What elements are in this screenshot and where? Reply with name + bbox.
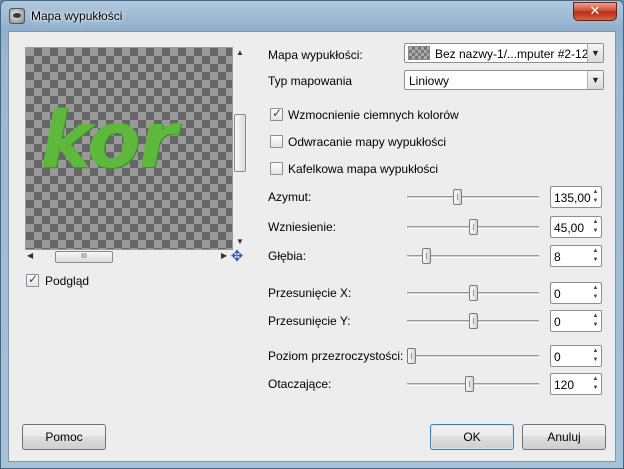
preview-horizontal-scrollbar[interactable]: ◀ III ▶ xyxy=(25,250,233,264)
bump-map-select[interactable]: Bez nazwy-1/...mputer #2-12 ▼ xyxy=(404,43,604,63)
spin-down-icon[interactable]: ▼ xyxy=(591,293,600,302)
compensate-darkening-checkbox[interactable] xyxy=(270,106,283,121)
scroll-up-icon[interactable]: ▲ xyxy=(236,48,244,57)
preview-checkbox-label: Podgląd xyxy=(45,274,90,288)
spin-down-icon[interactable]: ▼ xyxy=(591,356,600,365)
azimuth-label: Azymut: xyxy=(268,190,312,204)
waterlevel-slider-track[interactable] xyxy=(407,355,539,358)
ambient-spinbutton[interactable]: 120 ▲ ▼ xyxy=(550,373,602,395)
waterlevel-label: Poziom przezroczystości: xyxy=(268,349,404,363)
scroll-right-icon[interactable]: ▶ xyxy=(221,251,227,260)
elevation-label: Wzniesienie: xyxy=(268,220,337,234)
close-button[interactable]: ✕ xyxy=(573,2,617,21)
preview-checkbox[interactable] xyxy=(26,272,39,287)
scroll-left-icon[interactable]: ◀ xyxy=(27,251,33,260)
spin-up-icon[interactable]: ▲ xyxy=(591,218,600,227)
azimuth-spinbutton[interactable]: 135,00 ▲ ▼ xyxy=(550,186,602,208)
spin-up-icon[interactable]: ▲ xyxy=(591,247,600,256)
azimuth-slider-track[interactable] xyxy=(407,196,539,199)
window-title: Mapa wypukłości xyxy=(31,9,123,23)
ambient-slider-handle[interactable] xyxy=(465,376,474,392)
bump-map-label: Mapa wypukłości: xyxy=(268,48,363,62)
depth-slider-handle[interactable] xyxy=(422,248,431,264)
bump-map-thumbnail xyxy=(408,46,430,60)
dialog-window: Mapa wypukłości ✕ kor ▲ ▼ ◀ III ▶ ✥ Podg… xyxy=(0,0,624,469)
spin-up-icon[interactable]: ▲ xyxy=(591,188,600,197)
ambient-value[interactable]: 120 xyxy=(554,378,574,392)
help-button[interactable]: Pomoc xyxy=(22,424,106,450)
depth-spinbutton[interactable]: 8 ▲ ▼ xyxy=(550,245,602,267)
waterlevel-spinbutton[interactable]: 0 ▲ ▼ xyxy=(550,345,602,367)
azimuth-slider-handle[interactable] xyxy=(453,189,462,205)
preview-canvas[interactable]: kor xyxy=(25,47,233,250)
elevation-value[interactable]: 45,00 xyxy=(554,221,584,235)
cancel-button[interactable]: Anuluj xyxy=(522,424,606,450)
depth-label: Głębia: xyxy=(268,249,307,263)
navigate-icon[interactable]: ✥ xyxy=(229,249,245,265)
waterlevel-value[interactable]: 0 xyxy=(554,350,561,364)
tile-bumpmap-checkbox[interactable] xyxy=(270,162,283,175)
map-type-value: Liniowy xyxy=(409,74,450,88)
preview-image-text: kor xyxy=(40,96,177,186)
spin-up-icon[interactable]: ▲ xyxy=(591,347,600,356)
azimuth-value[interactable]: 135,00 xyxy=(554,191,591,205)
map-type-label: Typ mapowania xyxy=(268,74,353,88)
offset-x-label: Przesunięcie X: xyxy=(268,286,352,300)
ambient-label: Otaczające: xyxy=(268,377,332,391)
compensate-darkening-label: Wzmocnienie ciemnych kolorów xyxy=(288,108,459,122)
preview-vertical-scrollbar[interactable]: ▲ ▼ xyxy=(233,47,247,250)
depth-value[interactable]: 8 xyxy=(554,250,561,264)
invert-bumpmap-label: Odwracanie mapy wypukłości xyxy=(288,135,447,149)
dialog-body: kor ▲ ▼ ◀ III ▶ ✥ Podgląd Mapa wypukłośc… xyxy=(8,31,616,462)
offset-y-value[interactable]: 0 xyxy=(554,315,561,329)
tile-bumpmap-label: Kafelkowa mapa wypukłości xyxy=(288,162,439,176)
spin-down-icon[interactable]: ▼ xyxy=(591,384,600,393)
spin-up-icon[interactable]: ▲ xyxy=(591,312,600,321)
gimp-app-icon xyxy=(9,8,25,24)
map-type-select[interactable]: Liniowy ▼ xyxy=(404,70,604,90)
spin-up-icon[interactable]: ▲ xyxy=(591,284,600,293)
spin-down-icon[interactable]: ▼ xyxy=(591,227,600,236)
chevron-down-icon[interactable]: ▼ xyxy=(587,71,603,89)
offset-x-spinbutton[interactable]: 0 ▲ ▼ xyxy=(550,282,602,304)
bump-map-value: Bez nazwy-1/...mputer #2-12 xyxy=(435,47,587,61)
offset-y-label: Przesunięcie Y: xyxy=(268,314,351,328)
offset-y-spinbutton[interactable]: 0 ▲ ▼ xyxy=(550,310,602,332)
invert-bumpmap-checkbox[interactable] xyxy=(270,135,283,148)
horizontal-scroll-thumb[interactable]: III xyxy=(55,251,113,263)
offset-x-value[interactable]: 0 xyxy=(554,287,561,301)
spin-down-icon[interactable]: ▼ xyxy=(591,256,600,265)
elevation-slider-handle[interactable] xyxy=(469,219,478,235)
vertical-scroll-thumb[interactable] xyxy=(234,114,246,172)
ok-button[interactable]: OK xyxy=(430,424,514,450)
title-bar[interactable]: Mapa wypukłości ✕ xyxy=(1,1,623,31)
waterlevel-slider-handle[interactable] xyxy=(407,348,416,364)
spin-down-icon[interactable]: ▼ xyxy=(591,197,600,206)
spin-down-icon[interactable]: ▼ xyxy=(591,321,600,330)
offset-x-slider-handle[interactable] xyxy=(469,285,478,301)
elevation-spinbutton[interactable]: 45,00 ▲ ▼ xyxy=(550,216,602,238)
scroll-down-icon[interactable]: ▼ xyxy=(236,237,244,246)
offset-y-slider-handle[interactable] xyxy=(469,313,478,329)
spin-up-icon[interactable]: ▲ xyxy=(591,375,600,384)
chevron-down-icon[interactable]: ▼ xyxy=(587,44,603,62)
